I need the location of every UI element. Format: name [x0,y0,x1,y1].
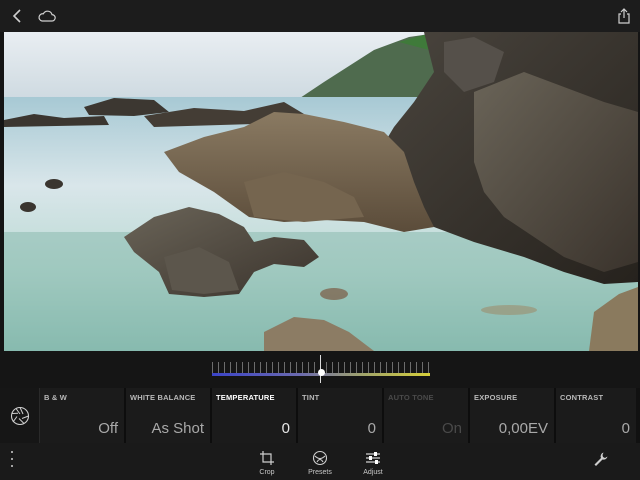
adjustment-slider-area [0,351,640,388]
more-vertical-icon[interactable] [9,451,15,467]
bottom-bar: Crop Presets Adjust [0,443,640,480]
tool-temperature[interactable]: TEMPERATURE 0 [212,388,298,443]
tool-label: WHITE BALANCE [130,393,196,402]
aperture-icon-cell[interactable] [0,388,40,443]
wrench-icon[interactable] [593,451,609,467]
tool-value: 0 [367,420,376,437]
crop-icon [260,451,274,465]
crop-button[interactable]: Crop [247,449,287,476]
presets-button[interactable]: Presets [300,449,340,476]
tool-label: AUTO TONE [388,393,434,402]
temperature-slider[interactable] [212,355,430,383]
cloud-icon[interactable] [37,6,57,26]
adjust-tools-row: B & W Off WHITE BALANCE As Shot TEMPERAT… [0,388,640,443]
aperture-icon [10,406,29,425]
tool-contrast[interactable]: CONTRAST 0 [556,388,636,443]
tool-value: Off [98,420,118,437]
tool-exposure[interactable]: EXPOSURE 0,00EV [470,388,556,443]
adjust-button[interactable]: Adjust [353,449,393,476]
tool-auto-tone[interactable]: AUTO TONE On [384,388,470,443]
crop-label: Crop [259,469,275,476]
tool-label: TINT [302,393,320,402]
presets-icon [312,450,328,466]
tool-value: 0,00EV [498,420,548,437]
tool-value: As Shot [151,420,204,437]
tool-label: CONTRAST [560,393,604,402]
chevron-left-icon[interactable] [8,6,28,26]
presets-label: Presets [308,469,332,476]
tool-label: B & W [44,393,68,402]
tool-label: EXPOSURE [474,393,518,402]
photo-preview[interactable] [4,32,638,351]
tool-tint[interactable]: TINT 0 [298,388,384,443]
adjust-label: Adjust [363,469,383,476]
slider-thumb[interactable] [317,369,325,376]
tool-value: 0 [281,420,290,437]
tool-bw[interactable]: B & W Off [40,388,126,443]
tool-white-balance[interactable]: WHITE BALANCE As Shot [126,388,212,443]
share-icon[interactable] [614,6,634,26]
sliders-icon [366,452,380,464]
tool-value: 0 [621,420,630,437]
tool-value: On [441,420,462,437]
tool-label: TEMPERATURE [216,393,275,402]
top-bar [0,0,640,32]
